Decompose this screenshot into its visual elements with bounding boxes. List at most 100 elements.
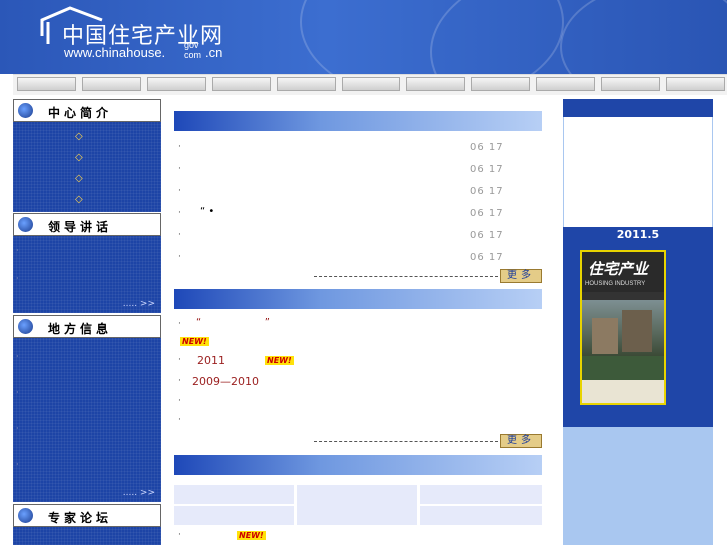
news-bullet: · (178, 164, 181, 174)
section-body-leader-speech: · · ..... >> (13, 236, 161, 313)
news-title: “ • (200, 206, 215, 217)
list-item[interactable]: · (178, 396, 508, 410)
section-title: 专家论坛 (48, 511, 113, 525)
greenery-shape (582, 356, 664, 380)
table-section-header (174, 455, 542, 475)
list-item[interactable]: · (16, 352, 19, 361)
cover-bottom (582, 380, 664, 403)
logo-com-text: com (184, 50, 202, 60)
list-item[interactable]: · (16, 460, 19, 469)
table-cell[interactable] (420, 506, 542, 525)
list-item[interactable]: · (16, 274, 19, 283)
news-item[interactable]: · 06 17 (178, 252, 508, 266)
header-decoration (560, 0, 727, 74)
magazine-cover[interactable]: 住宅产业 HOUSING INDUSTRY (580, 250, 666, 405)
dashed-divider (314, 441, 498, 442)
list-item[interactable]: · (16, 424, 19, 433)
table-cell[interactable] (174, 506, 294, 525)
magazine-photo (582, 300, 664, 380)
list-bullet: · (178, 376, 181, 386)
table-cell[interactable] (420, 485, 542, 504)
list-item[interactable]: · 2009—2010 (178, 375, 508, 390)
section-header-leader-speech[interactable]: 领导讲话 (13, 213, 161, 236)
list-more-row: 更多 (314, 434, 542, 448)
list-item[interactable]: · (178, 415, 508, 429)
site-logo-domain: www.chinahouse. (64, 45, 166, 60)
section-title: 领导讲话 (48, 220, 113, 234)
site-logo-tld: gov com (184, 40, 201, 60)
main-nav (13, 74, 727, 95)
news-bullet: · (178, 186, 181, 196)
more-button[interactable]: 更多 (500, 269, 542, 283)
diamond-bullet[interactable]: ◇ (75, 194, 83, 205)
list-item[interactable]: · (178, 530, 508, 544)
list-section-header (174, 289, 542, 309)
dashed-divider (314, 276, 498, 277)
news-item[interactable]: · 06 17 (178, 142, 508, 156)
nav-tab[interactable] (146, 77, 206, 91)
list-item[interactable]: · (16, 388, 19, 397)
section-header-center-intro[interactable]: 中心简介 (13, 99, 161, 122)
list-item[interactable]: · “ ” (178, 317, 508, 333)
news-date: 06 17 (470, 142, 504, 153)
news-item[interactable]: · 06 17 (178, 186, 508, 200)
building-shape (622, 310, 652, 352)
section-body-expert-forum (13, 527, 161, 545)
more-button[interactable]: 更多 (500, 434, 542, 448)
new-badge: NEW! (237, 531, 266, 540)
site-logo-cn: .cn (205, 45, 223, 60)
nav-tab[interactable] (471, 77, 531, 91)
list-item[interactable]: · 2011 (178, 354, 508, 369)
news-date: 06 17 (470, 230, 504, 241)
right-divider-bar (563, 409, 713, 427)
list-bullet: · (178, 415, 181, 425)
news-section-header (174, 111, 542, 131)
mail-icon (18, 217, 33, 232)
section-header-expert-forum[interactable]: 专家论坛 (13, 504, 161, 527)
people-icon (18, 508, 33, 523)
news-more-row: 更多 (314, 269, 542, 283)
nav-tab[interactable] (276, 77, 336, 91)
news-item[interactable]: · “ • 06 17 (178, 206, 508, 222)
right-content-box (564, 117, 712, 227)
logo-gov-text: gov (184, 40, 199, 50)
news-bullet: · (178, 252, 181, 262)
more-link[interactable]: ..... >> (123, 488, 155, 498)
news-date: 06 17 (470, 252, 504, 263)
section-title: 中心简介 (48, 106, 113, 120)
magazine-title: 住宅产业 (588, 260, 649, 278)
news-item[interactable]: · 06 17 (178, 164, 508, 178)
list-text: “ ” (196, 317, 270, 328)
issue-label: 2011.5 (563, 227, 713, 243)
news-item[interactable]: · 06 17 (178, 230, 508, 244)
site-header: 中国住宅产业网 www.chinahouse. gov com .cn (0, 0, 727, 74)
building-shape (592, 318, 618, 354)
nav-tab[interactable] (341, 77, 401, 91)
more-link[interactable]: ..... >> (123, 299, 155, 309)
list-text: 2011 (197, 354, 225, 367)
diamond-bullet[interactable]: ◇ (75, 131, 83, 142)
news-date: 06 17 (470, 208, 504, 219)
diamond-bullet[interactable]: ◇ (75, 152, 83, 163)
list-bullet: · (178, 396, 181, 406)
table-cell[interactable] (297, 485, 417, 525)
diamond-bullet[interactable]: ◇ (75, 173, 83, 184)
section-body-local-info: · · · · ..... >> (13, 338, 161, 502)
nav-tab[interactable] (601, 77, 661, 91)
new-badge: NEW! (180, 337, 209, 346)
nav-tab[interactable] (211, 77, 271, 91)
table-cell[interactable] (174, 485, 294, 504)
nav-tab[interactable] (406, 77, 466, 91)
new-badge: NEW! (265, 356, 294, 365)
section-title: 地方信息 (48, 322, 113, 336)
nav-tab[interactable] (536, 77, 596, 91)
section-header-local-info[interactable]: 地方信息 (13, 315, 161, 338)
list-item[interactable]: · (16, 246, 19, 255)
section-body-center-intro: ◇ ◇ ◇ ◇ (13, 122, 161, 212)
nav-tab[interactable] (81, 77, 141, 91)
list-bullet: · (178, 319, 181, 329)
right-header-bar (563, 99, 713, 117)
nav-tab[interactable] (17, 77, 76, 91)
news-bullet: · (178, 142, 181, 152)
nav-tab[interactable] (666, 77, 725, 91)
